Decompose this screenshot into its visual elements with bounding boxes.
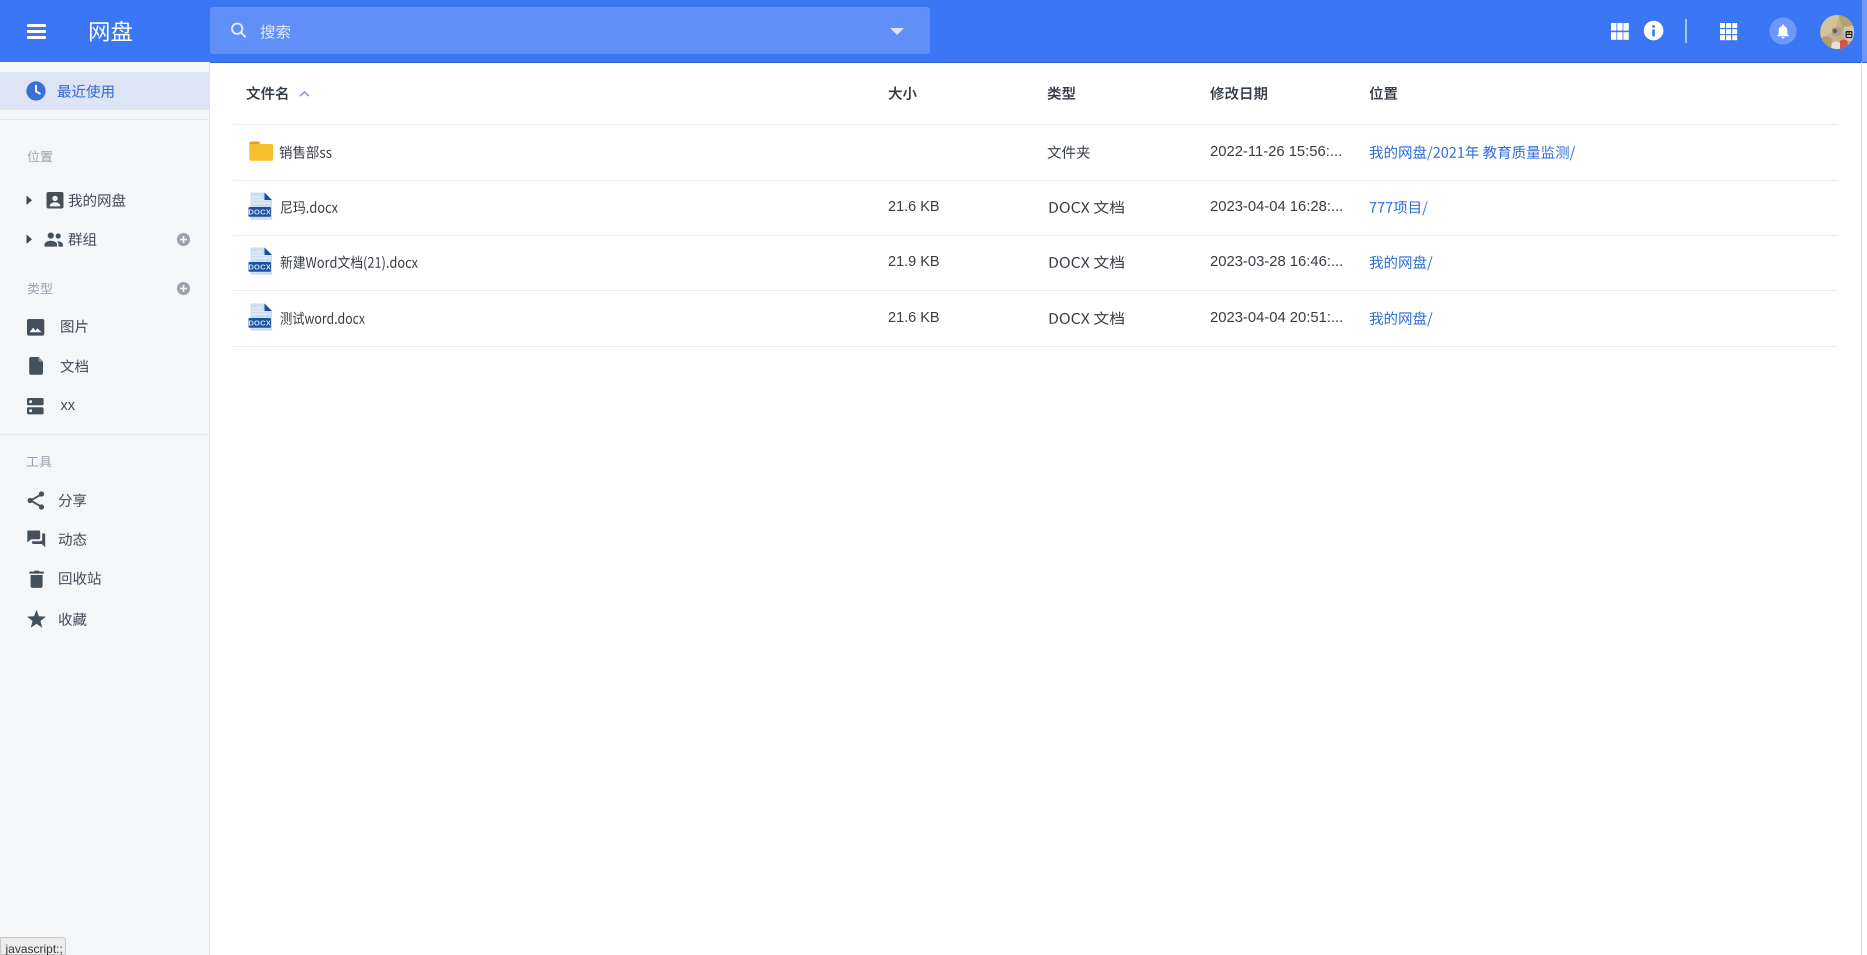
svg-text:DOCX: DOCX bbox=[248, 263, 271, 272]
svg-text:DOCX: DOCX bbox=[248, 207, 271, 216]
svg-text:DOCX: DOCX bbox=[248, 318, 271, 327]
